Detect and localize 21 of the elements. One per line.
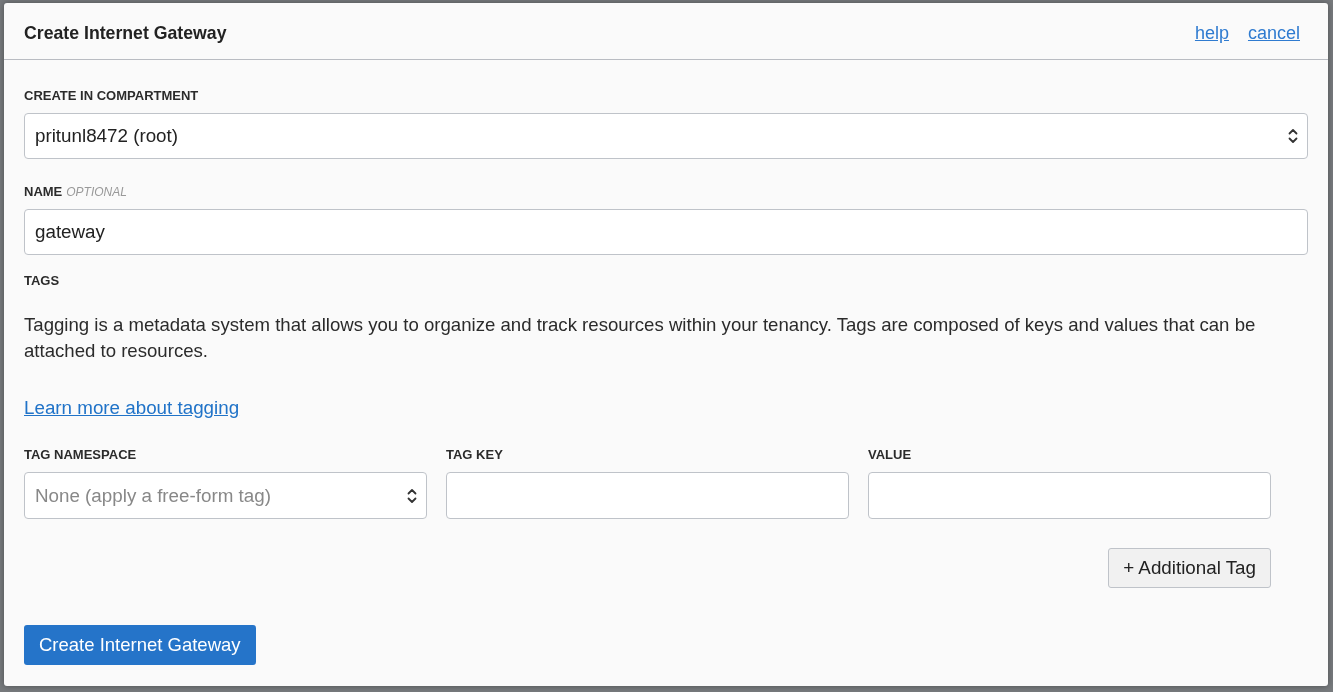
- learn-more-link[interactable]: Learn more about tagging: [24, 397, 240, 419]
- name-input[interactable]: gateway: [24, 209, 1308, 255]
- tags-description: Tagging is a metadata system that allows you to organize and track resources within your tenancy. Tags are composed of keys and values that can be attached to resources.: [24, 313, 1257, 363]
- chevron-up-down-icon: [1288, 128, 1298, 144]
- tag-namespace-select[interactable]: None (apply a free-form tag): [24, 472, 427, 519]
- dialog-title: Create Internet Gateway: [24, 22, 227, 44]
- create-gateway-button[interactable]: Create Internet Gateway: [24, 625, 256, 665]
- field-label: CREATE IN COMPARTMENT: [24, 88, 199, 104]
- compartment-select[interactable]: pritunl8472 (root): [24, 113, 1308, 159]
- header-link[interactable]: cancel: [1247, 22, 1300, 44]
- field-label: TAG KEY: [446, 447, 503, 463]
- section-label: TAGS: [24, 273, 60, 289]
- tag-key-input[interactable]: [446, 472, 849, 519]
- tag-value-input[interactable]: [868, 472, 1271, 519]
- header-link[interactable]: help: [1194, 22, 1229, 44]
- additional-tag-button[interactable]: + Additional Tag: [1108, 548, 1271, 588]
- optional-hint: OPTIONAL: [66, 184, 127, 200]
- field-label: NAME: [24, 184, 63, 200]
- field-label: TAG NAMESPACE: [24, 447, 137, 463]
- chevron-up-down-icon: [407, 487, 417, 504]
- field-label: VALUE: [868, 447, 912, 463]
